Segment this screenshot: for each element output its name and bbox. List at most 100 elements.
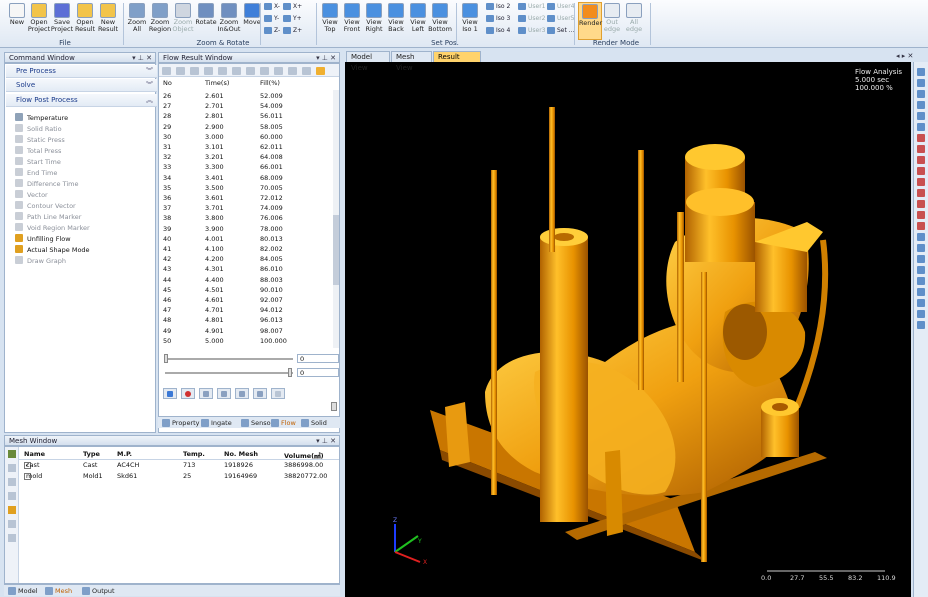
time-slider-thumb[interactable] (164, 354, 168, 363)
table-row[interactable]: 34 3.401 68.009 (159, 173, 337, 183)
mesh-row-cast[interactable]: ✓ cast Cast AC4CH 713 1918926 3886998.00 (19, 461, 339, 471)
save-project-button[interactable]: Save Project (50, 2, 74, 40)
open-project-button[interactable]: Open Project (27, 2, 51, 40)
view-top-button[interactable]: View Top (318, 2, 342, 40)
chevron-icon[interactable]: ︾ (146, 65, 153, 78)
side-tool-icon[interactable] (917, 145, 925, 153)
tab-flow[interactable]: Flow (270, 418, 296, 428)
view-left-button[interactable]: View Left (406, 2, 430, 40)
mini-iso-4-button[interactable]: Iso 4 (486, 27, 510, 34)
tab-model-view[interactable]: Model View (346, 51, 390, 72)
flow-tool-icon[interactable] (218, 67, 227, 75)
table-row[interactable]: 50 5.000 100.000 (159, 336, 337, 346)
time-slider-track[interactable] (165, 358, 293, 360)
section-flow-post-process[interactable]: Flow Post Process ︽ (6, 94, 157, 107)
table-row[interactable]: 44 4.400 88.003 (159, 275, 337, 285)
mini-iso-2-button[interactable]: Iso 2 (486, 3, 510, 10)
side-tool-icon[interactable] (917, 167, 925, 175)
table-row[interactable]: 35 3.500 70.005 (159, 183, 337, 193)
side-tool-icon[interactable] (917, 233, 925, 241)
flow-tool-icon[interactable] (162, 67, 171, 75)
table-row[interactable]: 46 4.601 92.007 (159, 295, 337, 305)
view-back-button[interactable]: View Back (384, 2, 408, 40)
table-row[interactable]: 43 4.301 86.010 (159, 264, 337, 274)
side-tool-icon[interactable] (917, 266, 925, 274)
section-pre-process[interactable]: Pre Process ︾ (6, 65, 157, 78)
table-row[interactable]: 29 2.900 58.005 (159, 122, 337, 132)
side-tool-icon[interactable] (917, 112, 925, 120)
rotate-button[interactable]: Rotate (194, 2, 218, 40)
mini-x--button[interactable]: X+ (283, 3, 302, 10)
mesh-column-header[interactable]: No. Mesh (224, 450, 258, 458)
mesh-tool-icon[interactable] (8, 534, 16, 542)
table-row[interactable]: 38 3.800 76.006 (159, 213, 337, 223)
flow-tool-icon[interactable] (232, 67, 241, 75)
mesh-tool-icon[interactable] (8, 506, 16, 514)
tab-property[interactable]: Property (161, 418, 200, 428)
column-header-no[interactable]: No (163, 79, 172, 87)
command-item-temperature[interactable]: Temperature (15, 113, 68, 122)
result-viewport[interactable]: Flow Analysis 5.000 sec 100.000 % Y Z X 0.0 2… (345, 62, 911, 597)
side-tool-icon[interactable] (917, 222, 925, 230)
pin-close-icons[interactable]: ▾ ⊥ ✕ (316, 53, 336, 63)
side-tool-icon[interactable] (917, 178, 925, 186)
range-slider-thumb[interactable] (288, 368, 292, 377)
side-tool-icon[interactable] (917, 244, 925, 252)
table-row[interactable]: 42 4.200 84.005 (159, 254, 337, 264)
out-edge-button[interactable]: Out edge (600, 2, 624, 40)
table-row[interactable]: 37 3.701 74.009 (159, 203, 337, 213)
table-row[interactable]: 26 2.601 52.009 (159, 91, 337, 101)
column-header-fill[interactable]: Fill(%) (260, 79, 280, 87)
column-header-times[interactable]: Time(s) (205, 79, 229, 87)
scrollbar-thumb[interactable] (333, 215, 339, 285)
table-row[interactable]: 47 4.701 94.012 (159, 305, 337, 315)
flow-tool-icon[interactable] (302, 67, 311, 75)
side-tool-icon[interactable] (917, 123, 925, 131)
speed-slider[interactable] (331, 402, 337, 411)
table-row[interactable]: 40 4.001 80.013 (159, 234, 337, 244)
side-tool-icon[interactable] (917, 321, 925, 329)
side-tool-icon[interactable] (917, 299, 925, 307)
mini-iso-3-button[interactable]: Iso 3 (486, 15, 510, 22)
zoom-region-button[interactable]: Zoom Region (148, 2, 172, 40)
table-row[interactable]: 28 2.801 56.011 (159, 111, 337, 121)
flow-tool-icon[interactable] (316, 67, 325, 75)
view-front-button[interactable]: View Front (340, 2, 364, 40)
mesh-column-header[interactable]: M.P. (117, 450, 132, 458)
view-right-button[interactable]: View Right (362, 2, 386, 40)
command-item-actual-shape-mode[interactable]: Actual Shape Mode (15, 245, 90, 254)
flow-tool-icon[interactable] (176, 67, 185, 75)
flow-tool-icon[interactable] (204, 67, 213, 75)
tab-output[interactable]: Output (81, 586, 115, 596)
mini-user3-button[interactable]: User3 (518, 27, 546, 34)
mesh-tool-icon[interactable] (8, 520, 16, 528)
mini-y--button[interactable]: Y- (264, 15, 279, 22)
table-row[interactable]: 41 4.100 82.002 (159, 244, 337, 254)
all-edge-button[interactable]: All edge (622, 2, 646, 40)
viewport-window-controls[interactable]: ◂ ▸ ✕ (896, 52, 913, 60)
section-solve[interactable]: Solve ︾ (6, 79, 157, 92)
table-row[interactable]: 30 3.000 60.000 (159, 132, 337, 142)
mini-x--button[interactable]: X- (264, 3, 280, 10)
table-row[interactable]: 36 3.601 72.012 (159, 193, 337, 203)
chevron-icon[interactable]: ︾ (146, 79, 153, 92)
view-iso1-button[interactable]: View Iso 1 (458, 2, 482, 40)
flow-tool-icon[interactable] (288, 67, 297, 75)
mesh-tool-icon[interactable] (8, 450, 16, 458)
side-tool-icon[interactable] (917, 189, 925, 197)
side-tool-icon[interactable] (917, 90, 925, 98)
flow-tool-icon[interactable] (190, 67, 199, 75)
table-row[interactable]: 32 3.201 64.008 (159, 152, 337, 162)
new-result-button[interactable]: New Result (96, 2, 120, 40)
side-tool-icon[interactable] (917, 211, 925, 219)
zoom-in-out-button[interactable]: Zoom In&Out (217, 2, 241, 40)
mini-z--button[interactable]: Z+ (283, 27, 302, 34)
view-bottom-button[interactable]: View Bottom (428, 2, 452, 40)
table-row[interactable]: 31 3.101 62.011 (159, 142, 337, 152)
tab-model[interactable]: Model (7, 586, 38, 596)
tab-ingate[interactable]: Ingate (200, 418, 232, 428)
range-slider-track[interactable] (165, 372, 293, 374)
side-tool-icon[interactable] (917, 277, 925, 285)
mini-user5-button[interactable]: User5 (547, 15, 575, 22)
side-tool-icon[interactable] (917, 134, 925, 142)
